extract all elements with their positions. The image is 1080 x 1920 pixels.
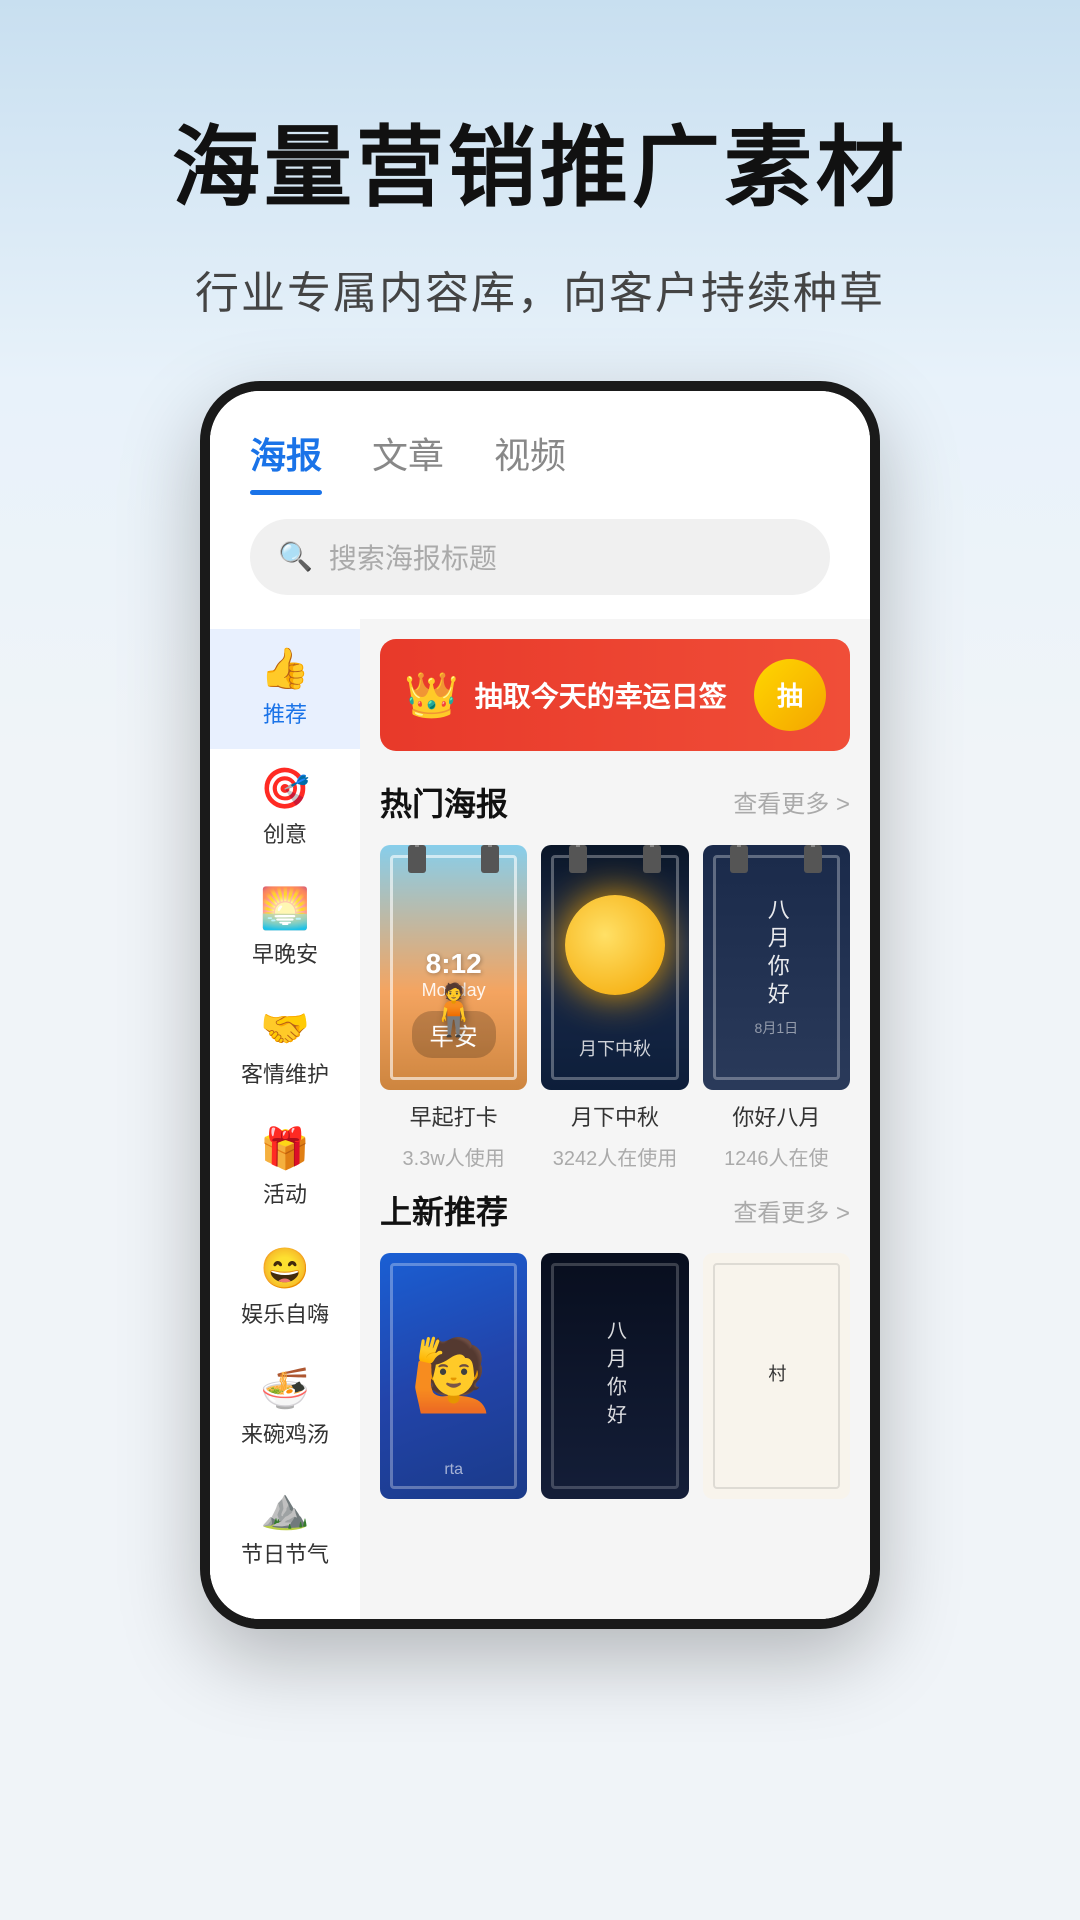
new-poster-item-1[interactable]: rta 🙋	[380, 1253, 527, 1499]
new-posters-more[interactable]: 查看更多 >	[733, 1193, 850, 1228]
new-poster-frame-1: rta 🙋	[380, 1253, 527, 1499]
page-subtitle: 行业专属内容库，向客户持续种草	[80, 257, 1000, 321]
sidebar-label-creative: 创意	[263, 817, 307, 849]
sidebar-item-morning[interactable]: 🌅 早晚安	[210, 869, 360, 989]
clip-left-2	[569, 845, 587, 873]
main-area: 👍 推荐 🎯 创意 🌅 早晚安 🤝 客情维护	[210, 619, 870, 1619]
poster-name-morning: 早起打卡	[380, 1100, 527, 1132]
sidebar-item-chicken-soup[interactable]: 🍜 来碗鸡汤	[210, 1349, 360, 1469]
handshake-icon: 🤝	[260, 1009, 310, 1049]
laugh-icon: 😄	[260, 1249, 310, 1289]
poster-clips-2	[541, 845, 688, 873]
hot-posters-header: 热门海报 查看更多 >	[380, 779, 850, 825]
lucky-button[interactable]: 抽	[754, 659, 826, 731]
poster-usage-morning: 3.3w人使用	[380, 1142, 527, 1171]
tab-article[interactable]: 文章	[372, 427, 444, 495]
lucky-text: 抽取今天的幸运日签	[475, 675, 727, 715]
sidebar-item-creative[interactable]: 🎯 创意	[210, 749, 360, 869]
poster-usage-midautumn: 3242人在使用	[541, 1142, 688, 1171]
poster-item-august[interactable]: 八月你好 8月1日 你好八月 1246人在使	[703, 845, 850, 1172]
poster-clips-3	[703, 845, 850, 873]
sidebar-item-entertainment[interactable]: 😄 娱乐自嗨	[210, 1229, 360, 1349]
lucky-banner[interactable]: 👑 抽取今天的幸运日签 抽	[380, 639, 850, 751]
crown-icon: 👑	[404, 669, 459, 721]
poster-name-midautumn: 月下中秋	[541, 1100, 688, 1132]
hot-posters-more[interactable]: 查看更多 >	[733, 784, 850, 819]
poster-usage-august: 1246人在使	[703, 1142, 850, 1171]
sidebar: 👍 推荐 🎯 创意 🌅 早晚安 🤝 客情维护	[210, 619, 360, 1619]
moon-decoration	[565, 895, 665, 995]
search-bar[interactable]: 🔍 搜索海报标题	[250, 519, 830, 595]
tab-poster[interactable]: 海报	[250, 427, 322, 495]
sidebar-label-recommend: 推荐	[263, 697, 307, 729]
phone-mockup: 海报 文章 视频 🔍 搜索海报标题 👍 推荐 🎯	[200, 381, 880, 1629]
gift-icon: 🎁	[260, 1129, 310, 1169]
content-area: 👑 抽取今天的幸运日签 抽 热门海报 查看更多 >	[360, 619, 870, 1619]
sidebar-label-festival: 节日节气	[241, 1537, 329, 1569]
mountain-icon: ⛰️	[260, 1489, 310, 1529]
clip-left	[408, 845, 426, 873]
page-title: 海量营销推广素材	[80, 120, 1000, 217]
clip-right-2	[643, 845, 661, 873]
search-icon: 🔍	[278, 540, 313, 573]
poster-item-morning[interactable]: 🧍 8:12 Monday 早安 早起打卡 3.3w人使用	[380, 845, 527, 1172]
sidebar-label-activity: 活动	[263, 1177, 307, 1209]
new-poster-item-2[interactable]: 八月你好	[541, 1253, 688, 1499]
new-poster-item-3[interactable]: 村	[703, 1253, 850, 1499]
clip-left-3	[730, 845, 748, 873]
poster-item-midautumn[interactable]: 月下中秋 月下中秋 3242人在使用	[541, 845, 688, 1172]
app-content: 海报 文章 视频 🔍 搜索海报标题 👍 推荐 🎯	[210, 391, 870, 1619]
poster-clips	[380, 845, 527, 873]
hot-posters-grid: 🧍 8:12 Monday 早安 早起打卡 3.3w人使用	[380, 845, 850, 1172]
new-poster-grid: rta 🙋 八月你好	[380, 1253, 850, 1499]
lucky-left: 👑 抽取今天的幸运日签	[404, 669, 727, 721]
new-poster-frame-3: 村	[703, 1253, 850, 1499]
sidebar-label-morning: 早晚安	[252, 937, 318, 969]
hot-posters-title: 热门海报	[380, 779, 508, 825]
poster-3-content: 八月你好 8月1日	[703, 845, 850, 1091]
tabs-bar: 海报 文章 视频	[210, 391, 870, 495]
sidebar-item-activity[interactable]: 🎁 活动	[210, 1109, 360, 1229]
soup-icon: 🍜	[260, 1369, 310, 1409]
poster-1-inner-frame	[390, 855, 517, 1081]
clip-right	[481, 845, 499, 873]
thumb-up-icon: 👍	[260, 649, 310, 689]
new-poster-2-inner	[551, 1263, 678, 1489]
poster-name-august: 你好八月	[703, 1100, 850, 1132]
creative-icon: 🎯	[260, 769, 310, 809]
new-poster-3-inner	[713, 1263, 840, 1489]
silhouette-icon: 🧍	[423, 981, 485, 1040]
new-posters-title: 上新推荐	[380, 1187, 508, 1233]
header-section: 海量营销推广素材 行业专属内容库，向客户持续种草	[0, 0, 1080, 381]
clip-right-3	[804, 845, 822, 873]
poster-1-content: 🧍 8:12 Monday 早安	[380, 845, 527, 1091]
sidebar-item-recommend[interactable]: 👍 推荐	[210, 629, 360, 749]
new-poster-1-text: rta	[380, 1461, 527, 1479]
sidebar-item-festival[interactable]: ⛰️ 节日节气	[210, 1469, 360, 1589]
new-poster-frame-2: 八月你好	[541, 1253, 688, 1499]
figure-icon: 🙋	[410, 1335, 497, 1417]
search-placeholder-text: 搜索海报标题	[329, 537, 497, 577]
new-posters-header: 上新推荐 查看更多 >	[380, 1187, 850, 1233]
sidebar-label-customer: 客情维护	[241, 1057, 329, 1089]
poster-2-content: 月下中秋	[541, 845, 688, 1091]
sidebar-label-chicken-soup: 来碗鸡汤	[241, 1417, 329, 1449]
phone-wrapper: 海报 文章 视频 🔍 搜索海报标题 👍 推荐 🎯	[0, 381, 1080, 1629]
sidebar-label-entertainment: 娱乐自嗨	[241, 1297, 329, 1329]
poster-3-inner-frame	[713, 855, 840, 1081]
sidebar-item-customer[interactable]: 🤝 客情维护	[210, 989, 360, 1109]
tab-video[interactable]: 视频	[494, 427, 566, 495]
new-section: 上新推荐 查看更多 > rta 🙋	[380, 1187, 850, 1499]
sunrise-icon: 🌅	[260, 889, 310, 929]
